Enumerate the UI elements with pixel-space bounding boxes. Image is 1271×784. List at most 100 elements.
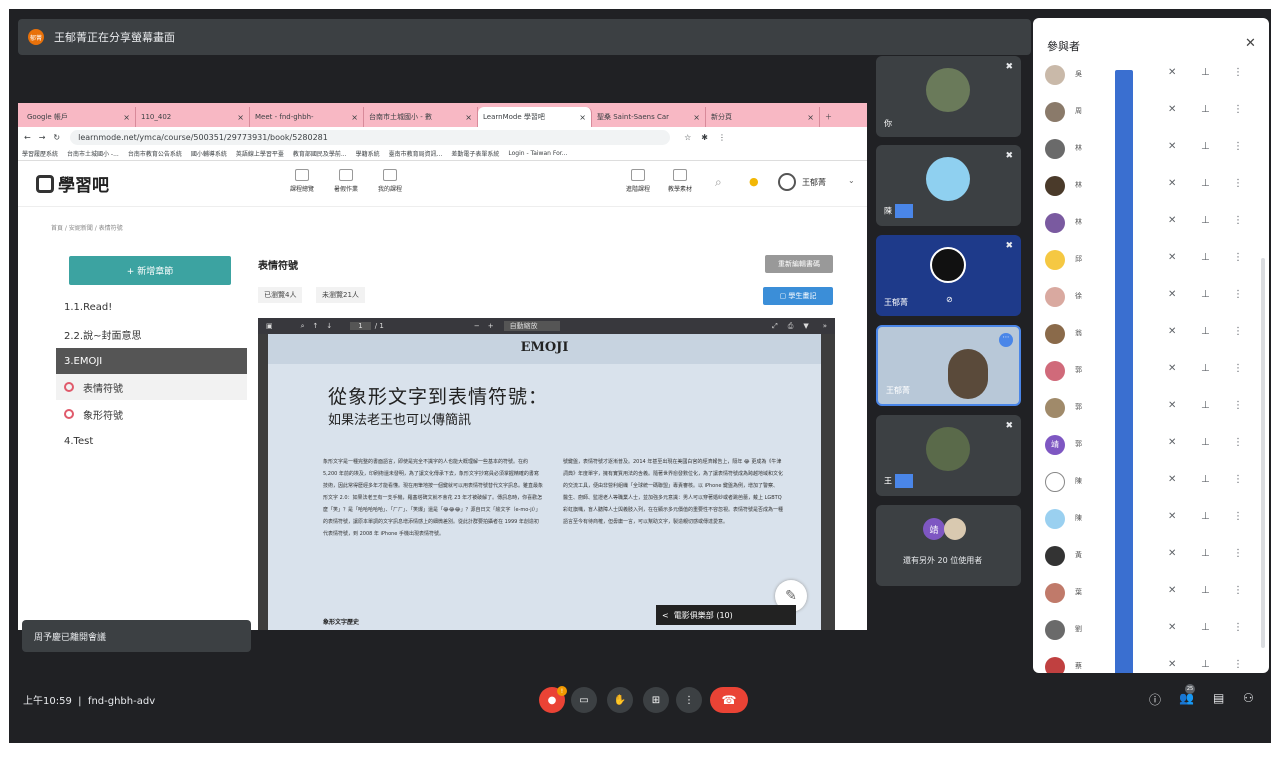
more-vert-icon[interactable]: ⋮	[1233, 326, 1243, 337]
viewed-count[interactable]: 已瀏覽4人	[258, 287, 303, 303]
more-vert-icon[interactable]: ⋮	[1233, 67, 1243, 78]
search-icon[interactable]: ⌕	[715, 175, 722, 190]
add-chapter-button[interactable]: + 新增章節	[69, 256, 231, 285]
chapter-item-selected[interactable]: 3.EMOJI	[56, 348, 247, 374]
pin-icon[interactable]: ⊥	[1201, 659, 1210, 670]
end-call-button[interactable]: ☎	[710, 687, 748, 713]
chapter-item[interactable]: 1.1.Read!	[56, 294, 247, 320]
participant-row[interactable]: 林 ✕ ⊥ ⋮	[1033, 169, 1255, 206]
learnmode-logo[interactable]: 學習吧	[36, 171, 109, 196]
close-icon[interactable]: ×	[123, 113, 130, 122]
participant-tile[interactable]: ✖ 你	[876, 56, 1021, 137]
save-icon[interactable]: ▼	[803, 322, 808, 330]
reedit-button[interactable]: 重新編輯書碼	[765, 255, 833, 273]
mic-off-icon[interactable]: ✕	[1168, 363, 1176, 374]
close-icon[interactable]: ×	[579, 113, 586, 122]
mic-off-icon[interactable]: ✕	[1168, 67, 1176, 78]
down-icon[interactable]: ↓	[326, 322, 332, 330]
bookmark[interactable]: 差勤電子表單系統	[451, 149, 499, 158]
tab-saint-saens[interactable]: 聖桑 Saint-Saens Car ×	[592, 107, 706, 127]
pin-icon[interactable]: ⊥	[1201, 141, 1210, 152]
chapter-item[interactable]: 2.2.說~封面意思	[56, 321, 247, 347]
mic-off-icon[interactable]: ✕	[1168, 141, 1176, 152]
url-field[interactable]: learnmode.net/ymca/course/500351/2977393…	[70, 129, 671, 145]
participant-tile[interactable]: ✖ 陳	[876, 145, 1021, 226]
movie-club-button[interactable]: < 電影俱樂部 (10)	[656, 605, 796, 625]
mic-off-icon[interactable]: ✕	[1168, 548, 1176, 559]
participant-row[interactable]: 葉 ✕ ⊥ ⋮	[1033, 576, 1255, 613]
present-button[interactable]: ⊞	[643, 687, 669, 713]
participant-tile-active[interactable]: ⋯ 王郁菁	[876, 325, 1021, 406]
more-vert-icon[interactable]: ⋮	[1233, 659, 1243, 670]
zoom-in-icon[interactable]: +	[488, 322, 494, 330]
mic-off-icon[interactable]: ✕	[1168, 289, 1176, 300]
student-notes-button[interactable]: ▢ 學生畫記	[763, 287, 833, 305]
participant-row[interactable]: 吳 ✕ ⊥ ⋮	[1033, 58, 1255, 95]
pin-icon[interactable]: ⊥	[1201, 622, 1210, 633]
participant-row[interactable]: 林 ✕ ⊥ ⋮	[1033, 132, 1255, 169]
more-icon[interactable]: ⋯	[999, 333, 1013, 347]
participant-row[interactable]: 徐 ✕ ⊥ ⋮	[1033, 280, 1255, 317]
tab-meet[interactable]: Meet - fnd-ghbh- ×	[250, 107, 364, 127]
pin-icon[interactable]: ⊥	[1201, 178, 1210, 189]
bell-icon[interactable]: ●	[749, 175, 759, 188]
chapter-subitem[interactable]: 象形符號	[56, 401, 247, 427]
close-icon[interactable]: ×	[237, 113, 244, 122]
mic-off-icon[interactable]: ✕	[1168, 659, 1176, 670]
camera-toggle-button[interactable]: ▭	[571, 687, 597, 713]
chevron-down-icon[interactable]: ⌄	[848, 176, 855, 185]
sidebar-toggle-icon[interactable]: ▣	[266, 322, 273, 330]
mic-off-icon[interactable]: ✕	[1168, 326, 1176, 337]
bookmark[interactable]: 國小輔導系統	[191, 149, 227, 158]
pin-icon[interactable]: ⊥	[1201, 326, 1210, 337]
more-options-button[interactable]: ⋮	[676, 687, 702, 713]
more-vert-icon[interactable]: ⋮	[1233, 141, 1243, 152]
pin-icon[interactable]: ⊥	[1201, 474, 1210, 485]
mic-off-icon[interactable]: ✕	[1168, 400, 1176, 411]
bookmark[interactable]: 學習履歷系統	[22, 149, 58, 158]
participant-row[interactable]: 靖 郭 ✕ ⊥ ⋮	[1033, 428, 1255, 465]
star-icon[interactable]: ☆	[684, 133, 691, 142]
bookmark[interactable]: Login - Taiwan For...	[508, 150, 567, 157]
participant-row[interactable]: 陳 ✕ ⊥ ⋮	[1033, 465, 1255, 502]
pin-icon[interactable]: ⊥	[1201, 252, 1210, 263]
participant-row[interactable]: 劉 ✕ ⊥ ⋮	[1033, 613, 1255, 650]
close-icon[interactable]: ×	[465, 113, 472, 122]
activities-icon[interactable]: ⚇	[1243, 691, 1254, 705]
nav-advanced-courses[interactable]: 進階課程	[618, 169, 658, 193]
mic-off-icon[interactable]: ✕	[1168, 178, 1176, 189]
reload-icon[interactable]: ↻	[53, 133, 60, 142]
participant-row[interactable]: 黃 ✕ ⊥ ⋮	[1033, 539, 1255, 576]
raise-hand-button[interactable]: ✋	[607, 687, 633, 713]
pin-icon[interactable]: ⊥	[1201, 400, 1210, 411]
up-icon[interactable]: ↑	[313, 322, 319, 330]
mic-off-icon[interactable]: ✕	[1168, 437, 1176, 448]
participant-row[interactable]: 陳 ✕ ⊥ ⋮	[1033, 502, 1255, 539]
mic-off-icon[interactable]: ✕	[1168, 585, 1176, 596]
pin-icon[interactable]: ⊥	[1201, 104, 1210, 115]
participant-row[interactable]: 蔡 ✕ ⊥ ⋮	[1033, 650, 1255, 673]
more-vert-icon[interactable]: ⋮	[1233, 474, 1243, 485]
bookmark[interactable]: 教育部國民及學前...	[293, 149, 347, 158]
bookmark[interactable]: 英語線上學習平臺	[236, 149, 284, 158]
avatar-icon[interactable]	[778, 173, 796, 191]
close-icon[interactable]: ×	[693, 113, 700, 122]
pin-icon[interactable]: ⊥	[1201, 548, 1210, 559]
mic-off-icon[interactable]: ✕	[1168, 215, 1176, 226]
more-vert-icon[interactable]: ⋮	[1233, 178, 1243, 189]
extension-icon[interactable]: ✱	[701, 133, 708, 142]
zoom-out-icon[interactable]: −	[474, 322, 480, 330]
more-vert-icon[interactable]: ⋮	[1233, 585, 1243, 596]
people-button[interactable]: 25 👥	[1179, 684, 1195, 705]
more-vert-icon[interactable]: ⋮	[1233, 104, 1243, 115]
more-participants-tile[interactable]: 靖 還有另外 20 位使用者	[876, 505, 1021, 586]
tab-new[interactable]: 新分頁 ×	[706, 107, 820, 127]
chat-icon[interactable]: ▤	[1213, 691, 1224, 705]
print-icon[interactable]: ⎙	[788, 322, 794, 331]
pin-icon[interactable]: ⊥	[1201, 289, 1210, 300]
pin-icon[interactable]: ⊥	[1201, 67, 1210, 78]
bookmark[interactable]: 臺南市教育局資訊...	[389, 149, 443, 158]
bookmark[interactable]: 學籍系統	[356, 149, 380, 158]
pin-icon[interactable]: ⊥	[1201, 215, 1210, 226]
more-vert-icon[interactable]: ⋮	[1233, 511, 1243, 522]
